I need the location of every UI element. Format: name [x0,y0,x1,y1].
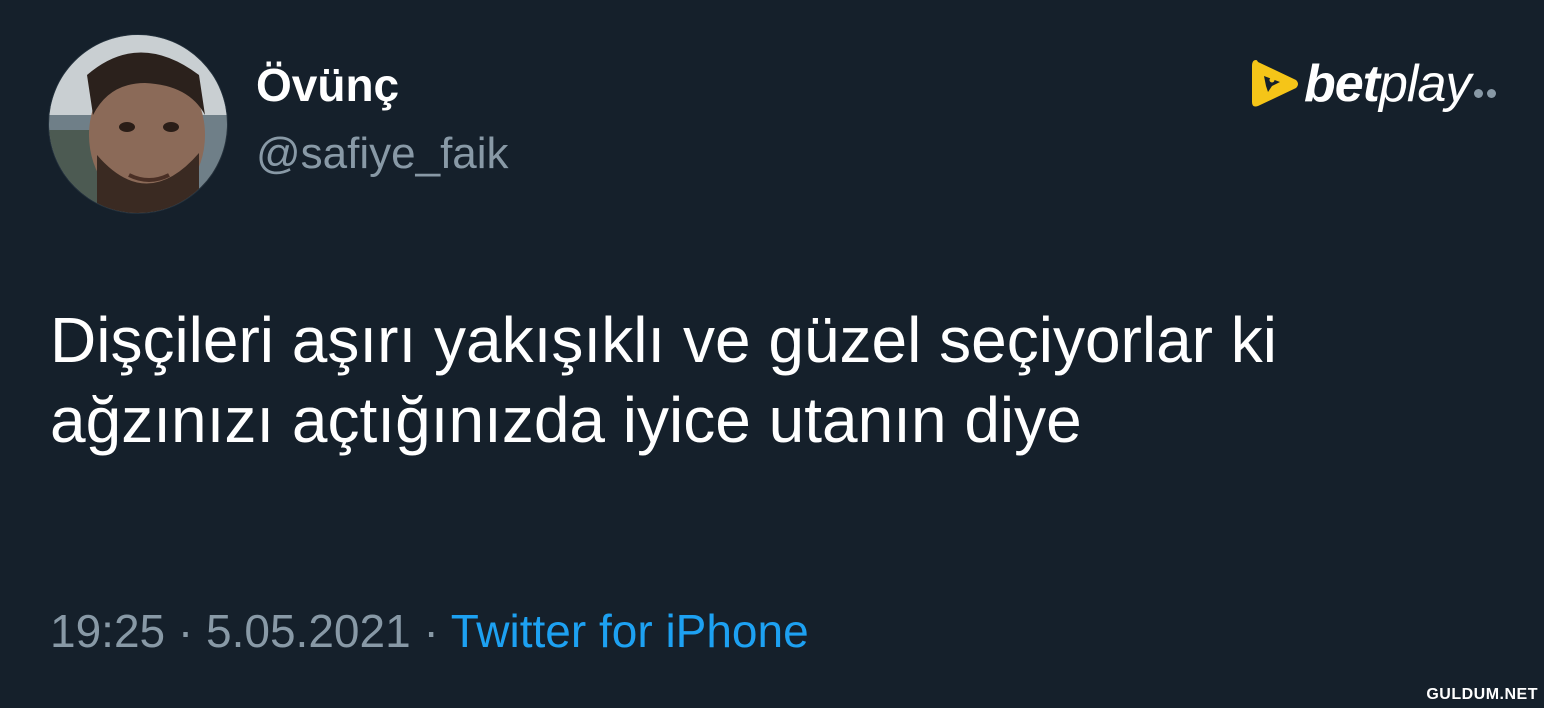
play-rocket-icon [1252,60,1298,107]
tweet-meta: 19:25 · 5.05.2021 · Twitter for iPhone [50,608,809,654]
author-name[interactable]: Övünç [256,62,399,108]
betplay-watermark: betplay [1250,52,1540,116]
meta-separator: · [177,605,194,657]
tweet-card: Övünç @safiye_faik betplay Dişçileri aşı… [0,0,1544,708]
tweet-time[interactable]: 19:25 [50,605,165,657]
tweet-text-line: Dişçileri aşırı yakışıklı ve güzel seçiy… [50,304,1277,376]
site-watermark: GULDUM.NET [1426,686,1538,703]
tweet-text: Dişçileri aşırı yakışıklı ve güzel seçiy… [50,300,1510,460]
tweet-date[interactable]: 5.05.2021 [206,605,411,657]
avatar-portrait-icon [49,35,227,213]
dot [1487,88,1497,98]
brand-light-text: play [1379,55,1471,113]
tweet-text-line: ağzınızı açtığınızda iyice utanın diye [50,384,1082,456]
meta-separator: · [423,605,439,657]
tweet-source-link[interactable]: Twitter for iPhone [451,605,809,657]
dot [1474,88,1484,98]
betplay-wordmark: betplay [1304,55,1471,113]
avatar[interactable] [48,34,228,214]
brand-dots [1474,88,1497,98]
author-handle[interactable]: @safiye_faik [256,132,509,176]
brand-bold-text: bet [1304,55,1380,113]
